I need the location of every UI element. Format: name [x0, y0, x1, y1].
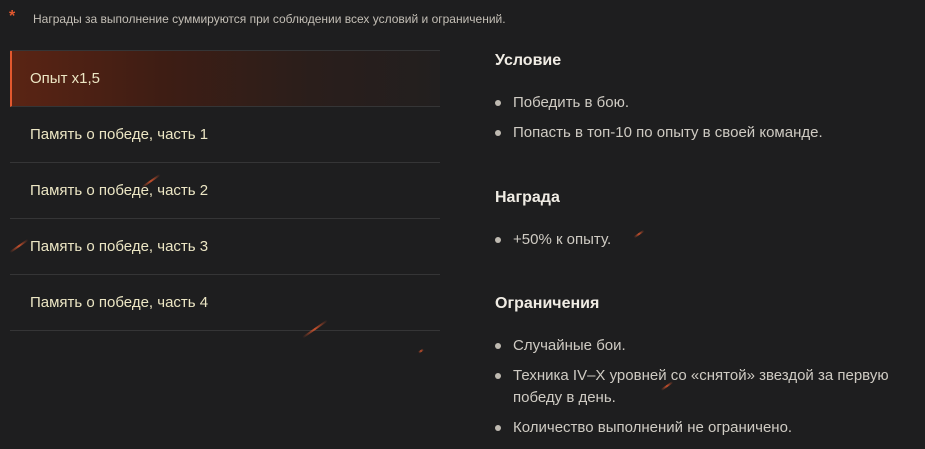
- quest-item-memory-1[interactable]: Память о победе, часть 1: [10, 107, 440, 163]
- bullet-icon: [495, 237, 501, 243]
- quest-item-memory-4[interactable]: Память о победе, часть 4: [10, 275, 440, 331]
- bullet-icon: [495, 130, 501, 136]
- rewards-note: * Награды за выполнение суммируются при …: [9, 9, 506, 29]
- limit-item: Случайные бои.: [495, 335, 920, 357]
- quest-item-label: Память о победе, часть 4: [30, 294, 209, 311]
- limit-item: Количество выполнений не ограничено.: [495, 417, 920, 439]
- quest-list: Опыт x1,5 Память о победе, часть 1 Памят…: [10, 50, 440, 331]
- quest-item-memory-3[interactable]: Память о победе, часть 3: [10, 219, 440, 275]
- bullet-icon: [495, 373, 501, 379]
- quest-item-label: Память о победе, часть 1: [30, 126, 209, 143]
- condition-item-text: Победить в бою.: [513, 94, 630, 111]
- quest-item-label: Память о победе, часть 3: [30, 238, 209, 255]
- reward-title: Награда: [495, 189, 560, 206]
- limit-item: Техника IV–X уровней со «снятой» звездой…: [495, 365, 920, 409]
- bullet-icon: [495, 343, 501, 349]
- condition-list: Победить в бою. Попасть в топ-10 по опыт…: [495, 92, 920, 152]
- condition-title: Условие: [495, 52, 562, 69]
- quest-item-label: Память о победе, часть 2: [30, 182, 209, 199]
- asterisk-icon: *: [9, 8, 16, 25]
- reward-item-text: +50% к опыту.: [513, 231, 612, 248]
- limits-list: Случайные бои. Техника IV–X уровней со «…: [495, 335, 920, 447]
- quest-item-label: Опыт x1,5: [30, 70, 100, 87]
- ember-decoration: [417, 348, 425, 354]
- quest-item-memory-2[interactable]: Память о победе, часть 2: [10, 163, 440, 219]
- bullet-icon: [495, 100, 501, 106]
- bullet-icon: [495, 425, 501, 431]
- condition-item-text: Попасть в топ-10 по опыту в своей команд…: [513, 124, 823, 141]
- reward-list: +50% к опыту.: [495, 229, 920, 251]
- condition-item: Победить в бою.: [495, 92, 920, 114]
- quest-item-experience[interactable]: Опыт x1,5: [10, 51, 440, 107]
- limits-title: Ограничения: [495, 295, 600, 312]
- condition-item: Попасть в топ-10 по опыту в своей команд…: [495, 122, 920, 144]
- limit-item-text: Количество выполнений не ограничено.: [513, 419, 793, 436]
- limit-item-text: Случайные бои.: [513, 337, 626, 354]
- reward-item: +50% к опыту.: [495, 229, 920, 251]
- rewards-note-text: Награды за выполнение суммируются при со…: [33, 12, 506, 26]
- limit-item-text: Техника IV–X уровней со «снятой» звездой…: [513, 367, 889, 406]
